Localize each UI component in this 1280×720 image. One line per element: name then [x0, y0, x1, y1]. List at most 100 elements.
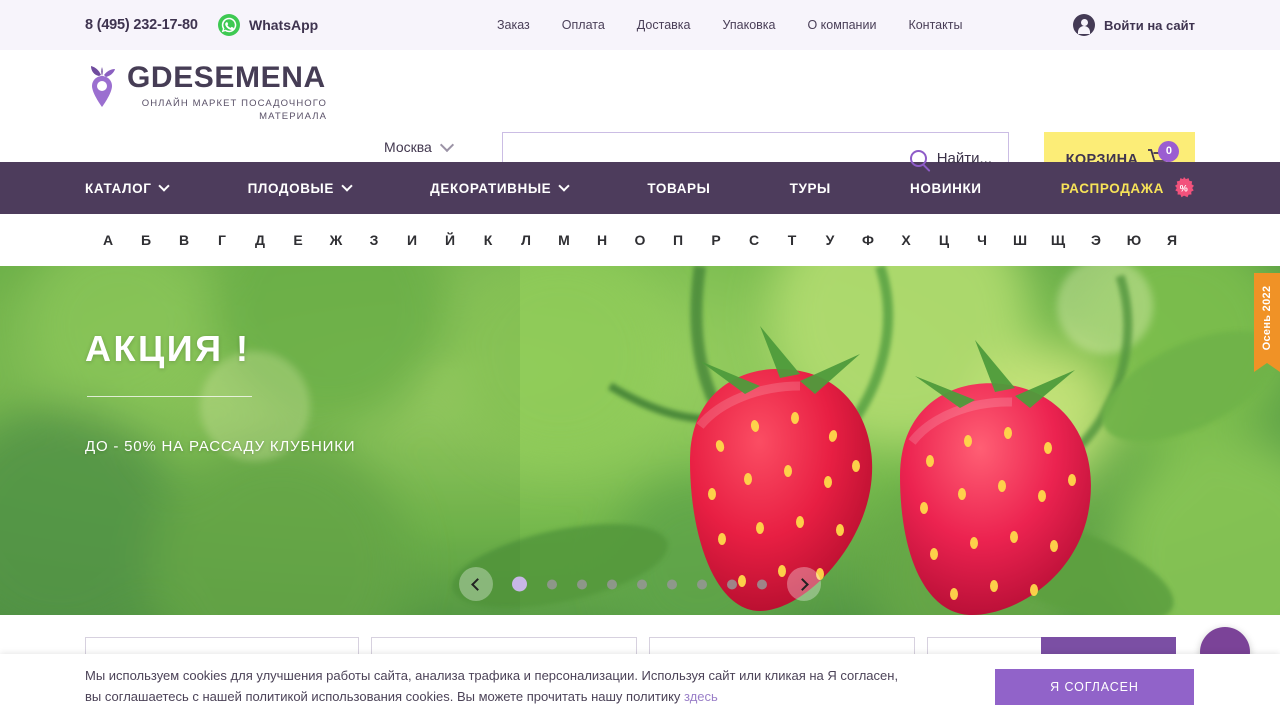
carousel-dot-8[interactable]: [727, 579, 737, 589]
cookie-consent-banner: Мы используем cookies для улучшения рабо…: [0, 654, 1280, 720]
top-nav-item-1[interactable]: Оплата: [562, 18, 605, 32]
cookie-text: Мы используем cookies для улучшения рабо…: [85, 665, 915, 707]
nav-item-goods[interactable]: ТОВАРЫ: [647, 181, 710, 196]
alpha-letter[interactable]: Ш: [1001, 232, 1039, 248]
carousel-dot-7[interactable]: [697, 579, 707, 589]
nav-item-fruit[interactable]: ПЛОДОВЫЕ: [247, 180, 353, 196]
top-nav-item-2[interactable]: Доставка: [637, 18, 691, 32]
alpha-letter[interactable]: Ф: [849, 232, 887, 248]
logo-wordmark: GDESEMENA: [127, 61, 326, 94]
search-submit-button[interactable]: Найти...: [909, 149, 992, 167]
chevron-down-icon: [439, 137, 454, 153]
alpha-letter[interactable]: Ю: [1115, 232, 1153, 248]
user-account-icon: [1073, 14, 1096, 36]
alpha-letter[interactable]: Б: [127, 232, 165, 248]
alpha-letter[interactable]: Я: [1153, 232, 1191, 248]
whatsapp-label: WhatsApp: [249, 17, 319, 33]
carousel-next-button[interactable]: [787, 567, 821, 601]
nav-label-new: НОВИНКИ: [910, 180, 982, 196]
carousel-dot-3[interactable]: [577, 579, 587, 589]
top-nav-item-4[interactable]: О компании: [807, 18, 876, 32]
login-button[interactable]: Войти на сайт: [1073, 0, 1195, 50]
carousel-prev-button[interactable]: [459, 567, 493, 601]
logo-tagline: ОНЛАЙН МАРКЕТ ПОСАДОЧНОГО МАТЕРИАЛА: [141, 98, 327, 122]
alpha-letter[interactable]: С: [735, 232, 773, 248]
city-label: Москва: [384, 139, 432, 155]
alpha-letter[interactable]: П: [659, 232, 697, 248]
alpha-letter[interactable]: О: [621, 232, 659, 248]
nav-label-goods: ТОВАРЫ: [647, 180, 711, 196]
whatsapp-icon: [218, 14, 240, 36]
carousel-dot-5[interactable]: [637, 579, 647, 589]
phone-number[interactable]: 8 (495) 232-17-80: [85, 17, 198, 33]
alpha-letter[interactable]: В: [165, 232, 203, 248]
site-logo[interactable]: GDESEMENA ОНЛАЙН МАРКЕТ ПОСАДОЧНОГО МАТЕ…: [85, 59, 327, 123]
nav-label-tours: ТУРЫ: [789, 180, 831, 196]
nav-item-catalog[interactable]: КАТАЛОГ: [85, 180, 171, 196]
top-nav-item-5[interactable]: Контакты: [908, 18, 962, 32]
alpha-letter[interactable]: Ц: [925, 232, 963, 248]
top-nav-links: Заказ Оплата Доставка Упаковка О компани…: [497, 0, 962, 50]
top-nav-item-3[interactable]: Упаковка: [722, 18, 775, 32]
alpha-letter[interactable]: Ж: [317, 232, 355, 248]
chevron-down-icon: [158, 180, 171, 192]
cart-count-badge: 0: [1158, 140, 1180, 162]
carousel-dot-2[interactable]: [547, 579, 557, 589]
carousel-dots: [512, 576, 767, 592]
nav-label-catalog: КАТАЛОГ: [85, 180, 152, 196]
alpha-letter[interactable]: А: [89, 232, 127, 248]
search-icon: [909, 149, 927, 167]
nav-item-sale[interactable]: РАСПРОДАЖА %: [1061, 177, 1195, 199]
nav-item-decorative[interactable]: ДЕКОРАТИВНЫЕ: [430, 180, 570, 196]
hero-subtitle: ДО - 50% НА РАССАДУ КЛУБНИКИ: [85, 438, 356, 455]
hero-carousel: АКЦИЯ ! ДО - 50% НА РАССАДУ КЛУБНИКИ: [0, 266, 1280, 615]
nav-label-sale: РАСПРОДАЖА: [1060, 180, 1164, 196]
site-header: GDESEMENA ОНЛАЙН МАРКЕТ ПОСАДОЧНОГО МАТЕ…: [0, 50, 1280, 187]
season-promo-tab[interactable]: Осень 2022: [1254, 273, 1280, 372]
alpha-letter[interactable]: К: [469, 232, 507, 248]
alpha-letter[interactable]: Д: [241, 232, 279, 248]
alpha-letter[interactable]: Е: [279, 232, 317, 248]
chevron-right-icon: [796, 577, 809, 591]
season-promo-label: Осень 2022: [1261, 285, 1273, 351]
beet-pin-logo-icon: [85, 63, 119, 119]
main-navigation: КАТАЛОГ ПЛОДОВЫЕ ДЕКОРАТИВНЫЕ ТОВАРЫ ТУР…: [0, 162, 1280, 214]
carousel-dot-4[interactable]: [607, 579, 617, 589]
carousel-dot-6[interactable]: [667, 579, 677, 589]
alpha-letter[interactable]: Э: [1077, 232, 1115, 248]
alpha-letter[interactable]: М: [545, 232, 583, 248]
alpha-letter[interactable]: Р: [697, 232, 735, 248]
chevron-left-icon: [471, 577, 484, 591]
nav-item-tours[interactable]: ТУРЫ: [790, 181, 831, 196]
cookie-message: Мы используем cookies для улучшения рабо…: [85, 668, 899, 704]
whatsapp-link[interactable]: WhatsApp: [218, 14, 318, 36]
top-utility-bar: 8 (495) 232-17-80 WhatsApp Заказ Оплата …: [0, 0, 1280, 50]
top-nav-item-0[interactable]: Заказ: [497, 18, 530, 32]
login-label: Войти на сайт: [1104, 17, 1195, 33]
alpha-letter[interactable]: Г: [203, 232, 241, 248]
alpha-letter[interactable]: И: [393, 232, 431, 248]
alpha-letter[interactable]: Щ: [1039, 232, 1077, 248]
nav-item-new[interactable]: НОВИНКИ: [910, 181, 982, 196]
svg-text:%: %: [1180, 184, 1189, 194]
alphabet-index: А Б В Г Д Е Ж З И Й К Л М Н О П Р С Т У …: [0, 214, 1280, 266]
carousel-dot-9[interactable]: [757, 579, 767, 589]
alpha-letter[interactable]: З: [355, 232, 393, 248]
alpha-letter[interactable]: У: [811, 232, 849, 248]
alpha-letter[interactable]: Х: [887, 232, 925, 248]
city-selector[interactable]: Москва: [384, 137, 454, 155]
alpha-letter[interactable]: Н: [583, 232, 621, 248]
cookie-accept-button[interactable]: Я СОГЛАСЕН: [995, 669, 1194, 705]
hero-divider: [87, 396, 252, 397]
nav-label-fruit: ПЛОДОВЫЕ: [247, 180, 334, 196]
search-button-label: Найти...: [936, 149, 992, 167]
hero-text-block: АКЦИЯ ! ДО - 50% НА РАССАДУ КЛУБНИКИ: [85, 328, 355, 455]
alpha-letter[interactable]: Л: [507, 232, 545, 248]
nav-label-decorative: ДЕКОРАТИВНЫЕ: [430, 180, 552, 196]
carousel-dot-1[interactable]: [512, 576, 527, 592]
alpha-letter[interactable]: Т: [773, 232, 811, 248]
hero-title: АКЦИЯ !: [85, 328, 251, 369]
alpha-letter[interactable]: Ч: [963, 232, 1001, 248]
alpha-letter[interactable]: Й: [431, 232, 469, 248]
cookie-policy-link[interactable]: здесь: [684, 689, 718, 704]
